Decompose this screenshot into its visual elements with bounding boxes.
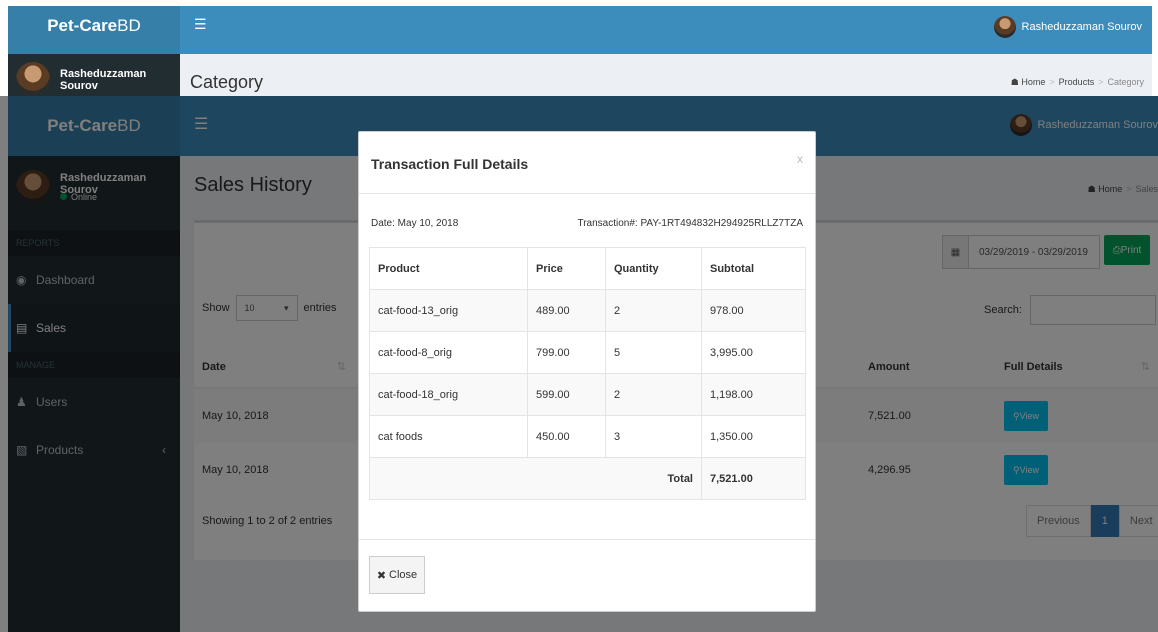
column-header-product: Product xyxy=(369,247,528,290)
table-row: cat-food-13_orig 489.00 2 978.00 xyxy=(369,289,806,332)
column-header-quantity: Quantity xyxy=(605,247,702,290)
total-value: 7,521.00 xyxy=(701,457,806,500)
home-icon: ☗ xyxy=(1010,77,1019,87)
back-topbar-user[interactable]: Rasheduzzaman Sourov xyxy=(993,16,1142,38)
back-breadcrumb-products[interactable]: Products xyxy=(1059,77,1095,87)
transaction-date: Date: May 10, 2018 xyxy=(371,218,459,229)
transaction-id: Transaction#: PAY-1RT494832H294925RLLZ7T… xyxy=(577,218,803,229)
modal-title: Transaction Full Details xyxy=(371,156,529,172)
table-row: cat-food-18_orig 599.00 2 1,198.00 xyxy=(369,373,806,416)
back-sidebar-user-name: Rasheduzzaman Sourov xyxy=(60,68,147,92)
back-page-title: Category xyxy=(190,72,264,92)
transaction-items-table: Product Price Quantity Subtotal cat-food… xyxy=(369,247,806,500)
column-header-subtotal: Subtotal xyxy=(701,247,806,290)
back-topbar: ☰ Rasheduzzaman Sourov xyxy=(180,6,1152,54)
table-header-row: Product Price Quantity Subtotal xyxy=(369,247,806,290)
close-icon[interactable]: x xyxy=(797,152,803,166)
transaction-details-modal: Transaction Full Details x Date: May 10,… xyxy=(358,131,816,612)
back-content-header: Category ☗ Home > Products > Category xyxy=(180,54,1152,96)
back-breadcrumb: ☗ Home > Products > Category xyxy=(1010,77,1144,87)
avatar xyxy=(993,16,1016,38)
back-breadcrumb-home[interactable]: Home xyxy=(1021,77,1045,87)
back-sidebar-user: Rasheduzzaman Sourov xyxy=(8,54,180,96)
back-breadcrumb-current: Category xyxy=(1107,77,1144,87)
close-button[interactable]: ✖ Close xyxy=(369,556,425,594)
table-row: cat-food-8_orig 799.00 5 3,995.00 xyxy=(369,331,806,374)
background-category-page: Pet-CareBD ☰ Rasheduzzaman Sourov Rashed… xyxy=(0,0,1158,96)
column-header-price: Price xyxy=(527,247,606,290)
back-logo[interactable]: Pet-CareBD xyxy=(8,6,180,54)
back-topbar-user-name: Rasheduzzaman Sourov xyxy=(1021,21,1142,33)
total-row: Total 7,521.00 xyxy=(369,457,806,500)
close-icon: ✖ xyxy=(376,569,387,582)
modal-header: Transaction Full Details x xyxy=(359,132,815,194)
back-menu-toggle-icon[interactable]: ☰ xyxy=(194,16,207,33)
table-row: cat foods 450.00 3 1,350.00 xyxy=(369,415,806,458)
avatar xyxy=(16,62,50,96)
total-label: Total xyxy=(369,457,702,500)
